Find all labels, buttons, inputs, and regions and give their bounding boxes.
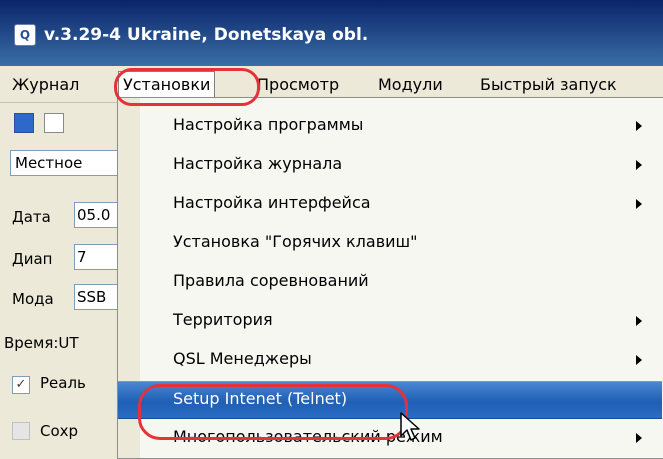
menu-item-program-settings[interactable]: Настройка программы xyxy=(118,108,662,144)
save-checkbox[interactable] xyxy=(12,422,30,440)
time-zone-combo[interactable]: Местное xyxy=(10,150,134,176)
menu-item-label: Правила соревнований xyxy=(173,271,369,290)
submenu-arrow-icon xyxy=(636,316,642,326)
qso-entry-panel: Местное Дата 05.0 Диап 7 Мода SSB Время:… xyxy=(0,140,138,457)
menu-bystryi-zapusk[interactable]: Быстрый запуск xyxy=(476,74,621,96)
menu-moduli[interactable]: Модули xyxy=(374,74,447,96)
menu-ustanovki[interactable]: Установки xyxy=(118,71,216,99)
submenu-arrow-icon xyxy=(636,433,642,443)
settings-dropdown-menu: Настройка программы Настройка журнала На… xyxy=(117,97,663,459)
realtime-checkbox-label: Реаль xyxy=(40,374,86,392)
menu-item-log-settings[interactable]: Настройка журнала xyxy=(118,147,662,183)
menu-item-territory[interactable]: Территория xyxy=(118,303,662,339)
menu-item-multiuser-mode[interactable]: Многопользовательский режим xyxy=(118,420,662,456)
menu-item-qsl-managers[interactable]: QSL Менеджеры xyxy=(118,342,662,378)
date-label: Дата xyxy=(12,208,51,226)
title-bar: Q v.3.29-4 Ukraine, Donetskaya obl. xyxy=(0,0,663,66)
menu-item-contest-rules[interactable]: Правила соревнований xyxy=(118,264,662,300)
toolbar xyxy=(0,103,120,139)
menu-item-label: Настройка журнала xyxy=(173,154,343,173)
menu-item-label: Настройка программы xyxy=(173,115,364,134)
menu-item-label: Настройка интерфейса xyxy=(173,193,371,212)
menu-item-setup-telnet[interactable]: Setup Intenet (Telnet) xyxy=(118,381,662,419)
app-icon[interactable]: Q xyxy=(14,24,36,46)
menu-item-label: Setup Intenet (Telnet) xyxy=(173,389,348,408)
menu-item-label: Территория xyxy=(173,310,273,329)
save-icon[interactable] xyxy=(14,113,34,133)
submenu-arrow-icon xyxy=(636,199,642,209)
new-document-icon[interactable] xyxy=(44,113,64,133)
mode-label: Мода xyxy=(12,290,54,308)
band-label: Диап xyxy=(12,250,53,268)
menu-item-interface-settings[interactable]: Настройка интерфейса xyxy=(118,186,662,222)
menu-prosmotr[interactable]: Просмотр xyxy=(253,74,343,96)
mouse-cursor-icon xyxy=(400,412,420,441)
realtime-checkbox[interactable]: ✓ xyxy=(12,376,30,394)
submenu-arrow-icon xyxy=(636,121,642,131)
menu-item-label: QSL Менеджеры xyxy=(173,349,312,368)
menu-item-label: Установка "Горячих клавиш" xyxy=(173,232,418,251)
save-checkbox-label: Сохр xyxy=(40,422,79,440)
submenu-arrow-icon xyxy=(636,160,642,170)
time-label: Время:UT xyxy=(4,334,79,352)
submenu-arrow-icon xyxy=(636,355,642,365)
menu-item-hotkeys[interactable]: Установка "Горячих клавиш" xyxy=(118,225,662,261)
window-title: v.3.29-4 Ukraine, Donetskaya obl. xyxy=(44,25,369,45)
menu-zhurnal[interactable]: Журнал xyxy=(8,74,83,96)
